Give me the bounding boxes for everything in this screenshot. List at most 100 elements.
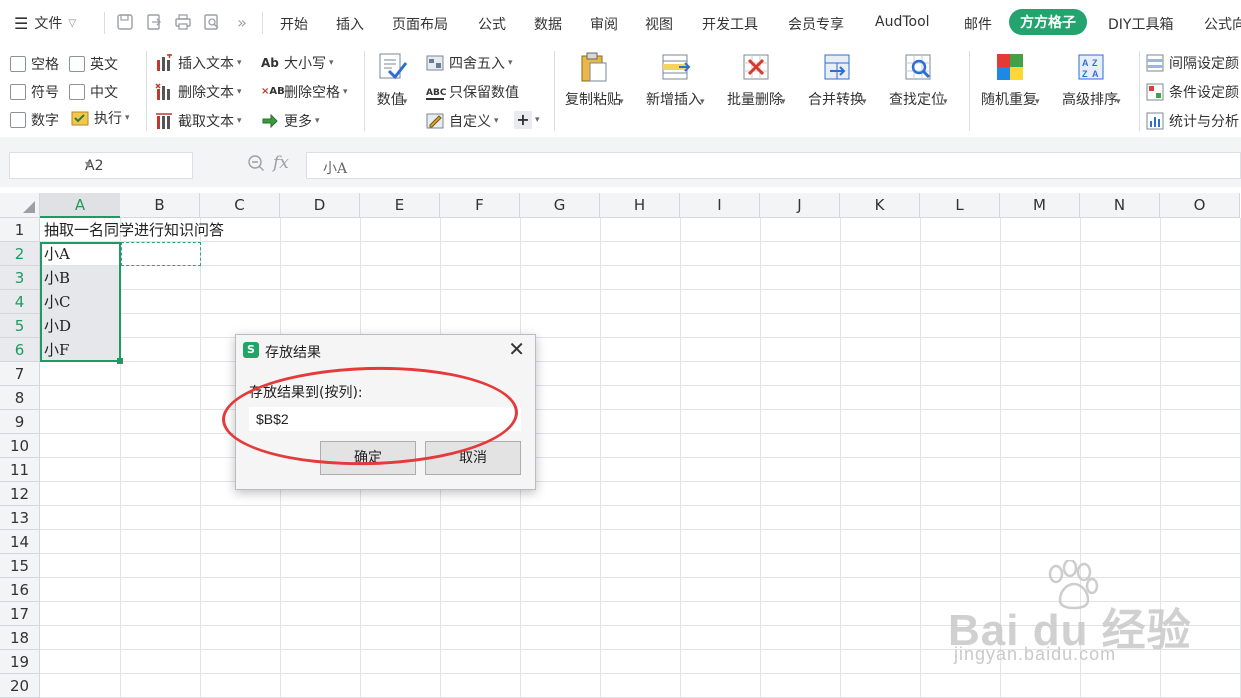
statistics-button[interactable]: 统计与分析 (1146, 111, 1239, 131)
tab-insert[interactable]: 插入 (336, 14, 364, 34)
row-header-5[interactable]: 5 (0, 314, 40, 338)
column-header-l[interactable]: L (920, 193, 1000, 218)
copy-paste-button[interactable]: 复制粘贴▾ (565, 51, 624, 109)
remove-spaces-button[interactable]: ×AB 删除空格 ▾ (261, 82, 348, 102)
tab-formulas[interactable]: 公式 (478, 14, 506, 34)
cell-a6[interactable]: 小F (40, 338, 121, 362)
row-header-7[interactable]: 7 (0, 362, 40, 386)
row-header-10[interactable]: 10 (0, 434, 40, 458)
number-button[interactable]: 数值▾ (376, 51, 408, 109)
file-menu[interactable]: ☰ 文件 ▽ (14, 13, 76, 33)
find-locate-button[interactable]: 查找定位▾ (889, 51, 948, 109)
keep-values-button[interactable]: ABC 只保留数值 (426, 82, 519, 102)
delete-text-button[interactable]: 删除文本 ▾ (155, 82, 242, 102)
row-header-2[interactable]: 2 (0, 242, 40, 266)
column-header-a[interactable]: A (40, 193, 121, 218)
tab-fangfanggezi[interactable]: 方方格子 (1009, 9, 1087, 35)
tab-member[interactable]: 会员专享 (788, 14, 844, 34)
ok-button[interactable]: 确定 (320, 441, 416, 475)
cell-a5[interactable]: 小D (40, 314, 121, 338)
row-header-14[interactable]: 14 (0, 530, 40, 554)
round-button[interactable]: 四舍五入 ▾ (426, 53, 513, 73)
cell-a3[interactable]: 小B (40, 266, 121, 290)
case-button[interactable]: Ab 大小写 ▾ (261, 53, 334, 73)
row-header-4[interactable]: 4 (0, 290, 40, 314)
cancel-button[interactable]: 取消 (425, 441, 521, 475)
column-header-c[interactable]: C (200, 193, 280, 218)
fill-handle[interactable] (117, 358, 123, 364)
dialog-titlebar[interactable]: S 存放结果 ✕ (236, 335, 535, 365)
checkbox-space[interactable]: 空格 (10, 54, 59, 74)
result-location-input[interactable] (249, 407, 521, 431)
add-button[interactable]: + ▾ (514, 111, 540, 129)
tab-formula-more[interactable]: 公式向 (1204, 14, 1241, 34)
column-header-o[interactable]: O (1160, 193, 1240, 218)
column-header-e[interactable]: E (360, 193, 440, 218)
print-preview-icon[interactable] (202, 13, 222, 33)
column-header-g[interactable]: G (520, 193, 600, 218)
row-header-11[interactable]: 11 (0, 458, 40, 482)
save-icon[interactable] (115, 13, 135, 33)
column-header-j[interactable]: J (760, 193, 840, 218)
cell-a4[interactable]: 小C (40, 290, 121, 314)
column-header-m[interactable]: M (1000, 193, 1080, 218)
formula-input[interactable]: 小A (306, 152, 1241, 179)
export-icon[interactable] (144, 13, 164, 33)
insert-new-button[interactable]: 新增插入▾ (646, 51, 705, 109)
close-icon[interactable]: ✕ (508, 339, 525, 359)
row-header-20[interactable]: 20 (0, 674, 40, 698)
row-header-18[interactable]: 18 (0, 626, 40, 650)
spreadsheet-grid[interactable]: ABCDEFGHIJKLMNO 1 2 3 4 5 6 7 8 9 10 11 12 13 14 15 16 1… (0, 193, 1241, 698)
row-header-19[interactable]: 19 (0, 650, 40, 674)
insert-text-button[interactable]: 插入文本 ▾ (155, 53, 242, 73)
column-header-f[interactable]: F (440, 193, 520, 218)
row-header-3[interactable]: 3 (0, 266, 40, 290)
tab-view[interactable]: 视图 (645, 14, 673, 34)
extract-text-button[interactable]: 截取文本 ▾ (155, 111, 242, 131)
tab-audtool[interactable]: AudTool (875, 14, 930, 30)
interval-color-button[interactable]: 间隔设定颜 (1146, 53, 1239, 73)
condition-color-button[interactable]: 条件设定颜 (1146, 82, 1239, 102)
tab-diy-toolbox[interactable]: DIY工具箱 (1108, 14, 1173, 34)
custom-button[interactable]: 自定义 ▾ (426, 111, 499, 131)
row-header-1[interactable]: 1 (0, 218, 40, 242)
more-button[interactable]: 更多 ▾ (261, 111, 320, 131)
fx-icon[interactable]: fx (273, 154, 289, 177)
tab-mail[interactable]: 邮件 (964, 14, 992, 34)
cell-a2[interactable]: 小A (40, 242, 121, 266)
print-icon[interactable] (173, 13, 193, 33)
tab-developer[interactable]: 开发工具 (702, 14, 758, 34)
column-header-h[interactable]: H (600, 193, 680, 218)
column-header-n[interactable]: N (1080, 193, 1160, 218)
column-header-b[interactable]: B (120, 193, 200, 218)
advanced-sort-button[interactable]: AZZA 高级排序▾ (1062, 51, 1121, 109)
cell-a1[interactable]: 抽取一名同学进行知识问答 (40, 218, 280, 242)
tab-review[interactable]: 审阅 (590, 14, 618, 34)
row-header-9[interactable]: 9 (0, 410, 40, 434)
column-header-k[interactable]: K (840, 193, 920, 218)
name-box[interactable]: A2 ▼ (9, 152, 193, 179)
row-header-15[interactable]: 15 (0, 554, 40, 578)
execute-button[interactable]: 执行 ▾ (71, 108, 130, 128)
checkbox-number[interactable]: 数字 (10, 110, 59, 130)
row-header-17[interactable]: 17 (0, 602, 40, 626)
more-icon[interactable]: » (232, 13, 252, 33)
random-repeat-button[interactable]: 随机重复▾ (981, 51, 1040, 109)
checkbox-symbol[interactable]: 符号 (10, 82, 59, 102)
merge-convert-button[interactable]: 合并转换▾ (808, 51, 867, 109)
zoom-icon[interactable] (247, 154, 265, 177)
batch-delete-button[interactable]: 批量删除▾ (727, 51, 786, 109)
row-header-6[interactable]: 6 (0, 338, 40, 362)
row-header-13[interactable]: 13 (0, 506, 40, 530)
tab-page-layout[interactable]: 页面布局 (392, 14, 448, 34)
checkbox-chinese[interactable]: 中文 (69, 82, 118, 102)
row-header-12[interactable]: 12 (0, 482, 40, 506)
row-header-8[interactable]: 8 (0, 386, 40, 410)
tab-home[interactable]: 开始 (280, 14, 308, 34)
select-all-corner[interactable] (0, 193, 40, 218)
column-header-i[interactable]: I (680, 193, 760, 218)
checkbox-english[interactable]: 英文 (69, 54, 118, 74)
tab-data[interactable]: 数据 (534, 14, 562, 34)
row-header-16[interactable]: 16 (0, 578, 40, 602)
column-header-d[interactable]: D (280, 193, 360, 218)
